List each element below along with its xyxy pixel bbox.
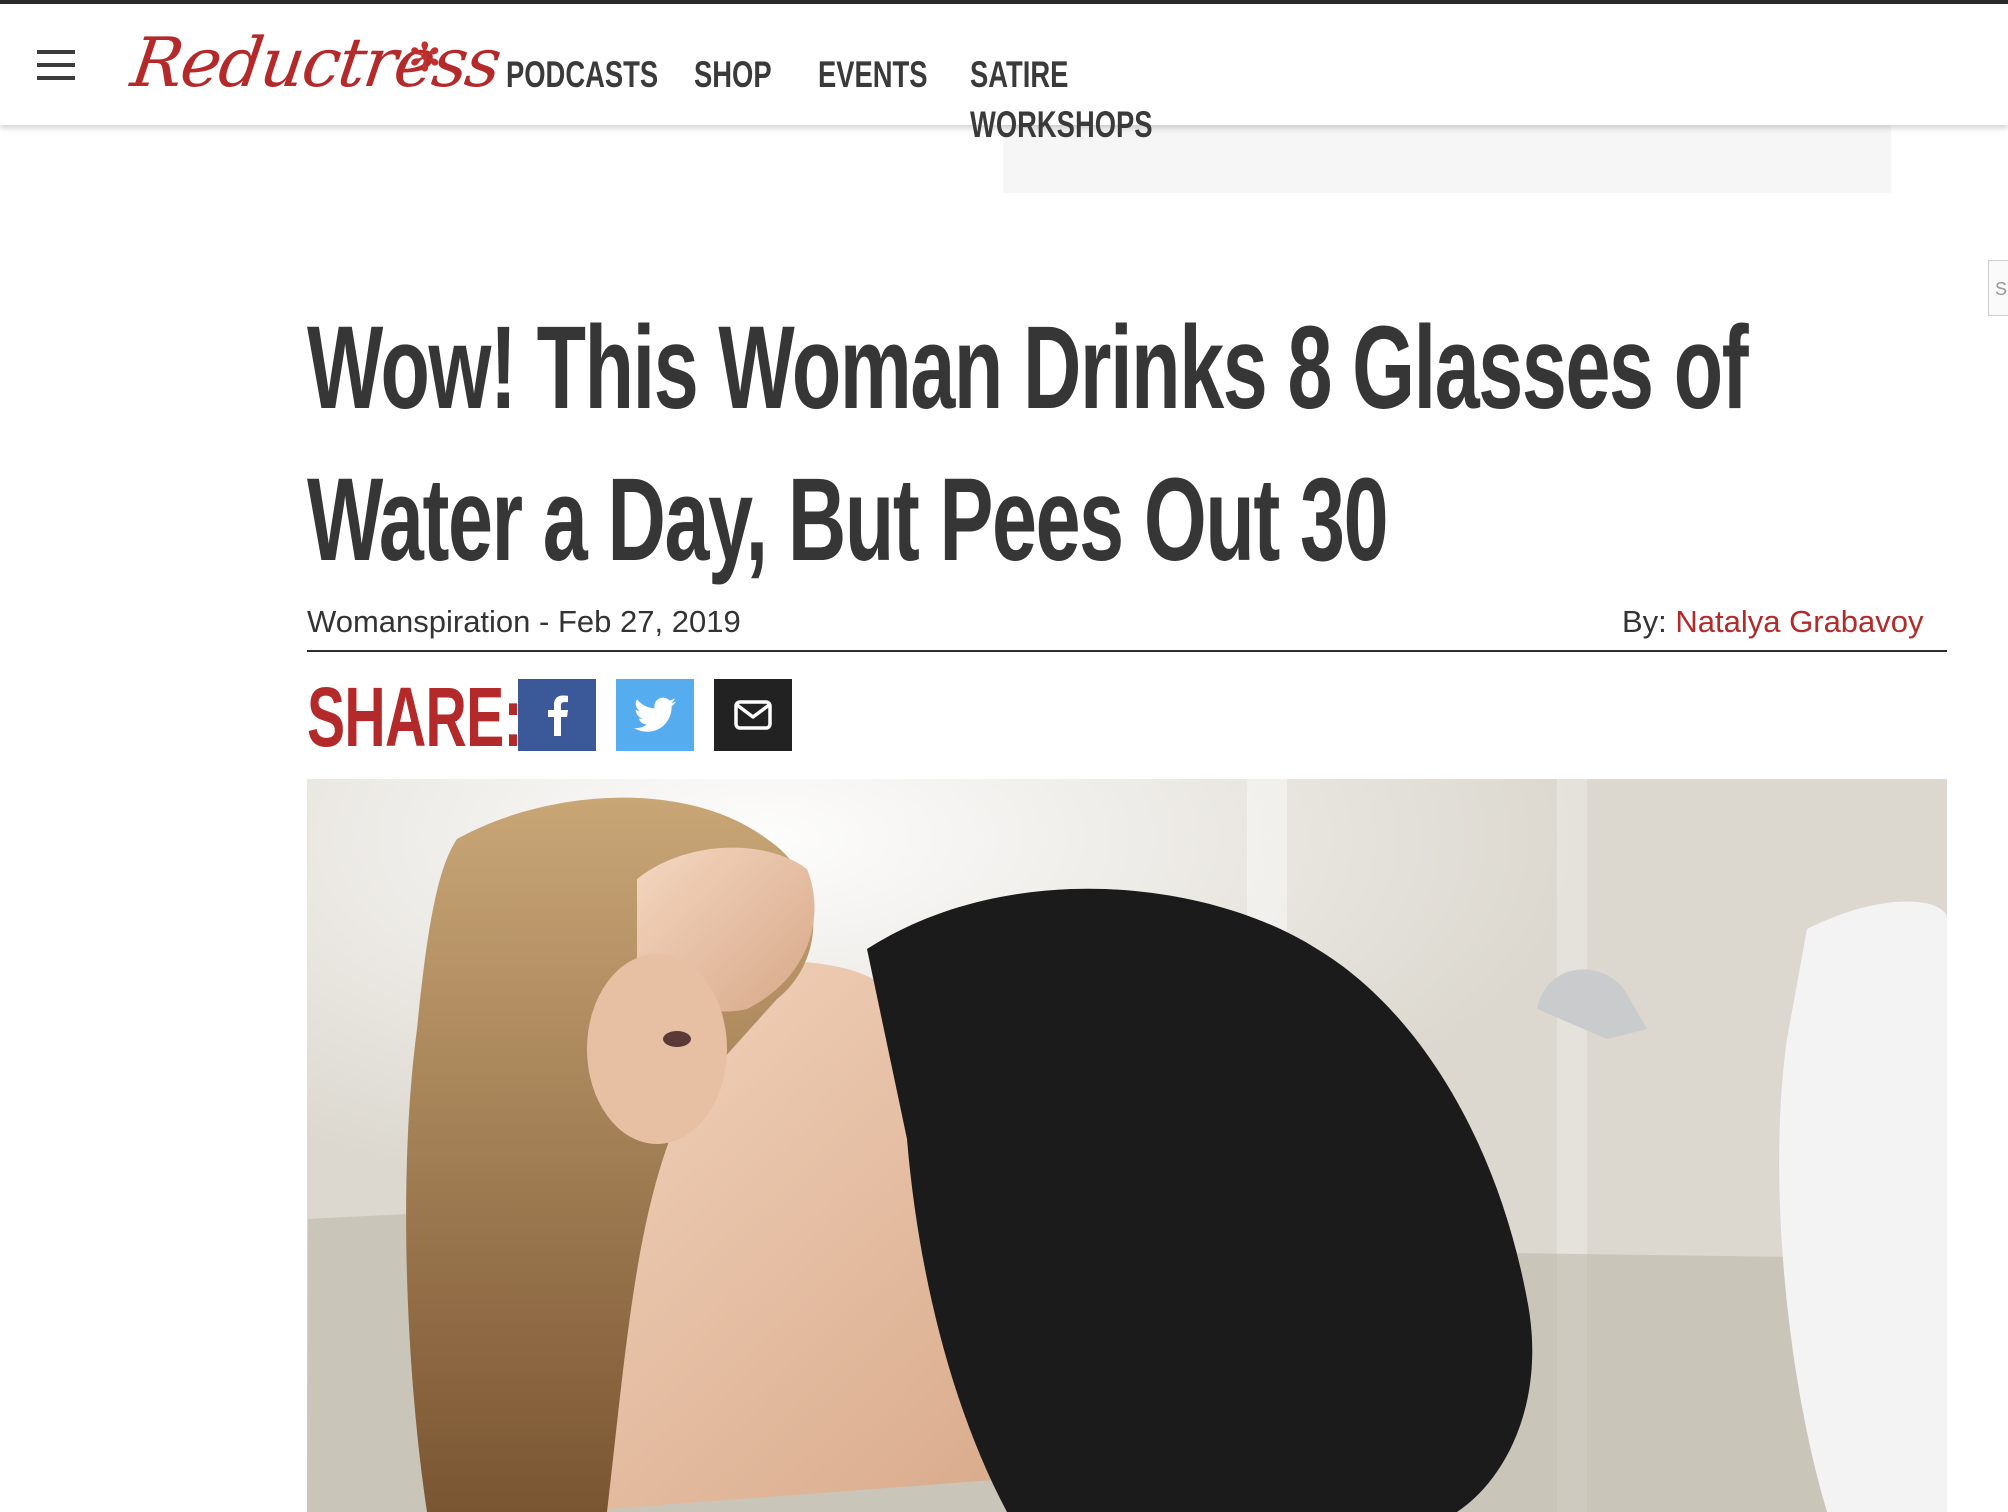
twitter-icon <box>634 697 676 732</box>
date-separator: - <box>530 604 558 639</box>
author-link[interactable]: Natalya Grabavoy <box>1675 604 1923 639</box>
byline: By: Natalya Grabavoy <box>1622 602 1924 642</box>
twitter-share-button[interactable] <box>616 679 694 751</box>
nav-shop[interactable]: SHOP <box>694 50 786 100</box>
article-hero-image <box>307 779 1947 1512</box>
nav-podcasts[interactable]: PODCASTS <box>506 50 658 100</box>
article-date: Feb 27, 2019 <box>557 604 741 639</box>
facebook-icon <box>548 695 568 736</box>
share-label: SHARE: <box>307 670 523 764</box>
page: Reductress ✻ PODCASTS SHOP EVENTS SATIRE… <box>0 0 2008 1512</box>
hamburger-menu-icon[interactable] <box>37 50 75 80</box>
site-header: Reductress ✻ PODCASTS SHOP EVENTS SATIRE… <box>0 4 2008 145</box>
logo-flower-icon: ✻ <box>408 36 442 80</box>
article-meta: Womanspiration - Feb 27, 2019 <box>307 602 741 642</box>
byline-prefix: By: <box>1622 604 1676 639</box>
article-title: Wow! This Woman Drinks 8 Glasses of Wate… <box>307 302 1749 586</box>
nav-satire-workshops[interactable]: SATIRE WORKSHOPS <box>970 50 1192 145</box>
facebook-share-button[interactable] <box>518 679 596 751</box>
nav-events[interactable]: EVENTS <box>818 50 930 100</box>
article-category[interactable]: Womanspiration <box>307 604 530 639</box>
hero-photo <box>307 779 1947 1512</box>
main-nav: PODCASTS SHOP EVENTS SATIRE WORKSHOPS <box>506 50 1270 145</box>
email-icon <box>734 700 772 730</box>
meta-divider <box>307 650 1947 652</box>
email-share-button[interactable] <box>714 679 792 751</box>
side-tab[interactable]: S <box>1988 260 2008 316</box>
